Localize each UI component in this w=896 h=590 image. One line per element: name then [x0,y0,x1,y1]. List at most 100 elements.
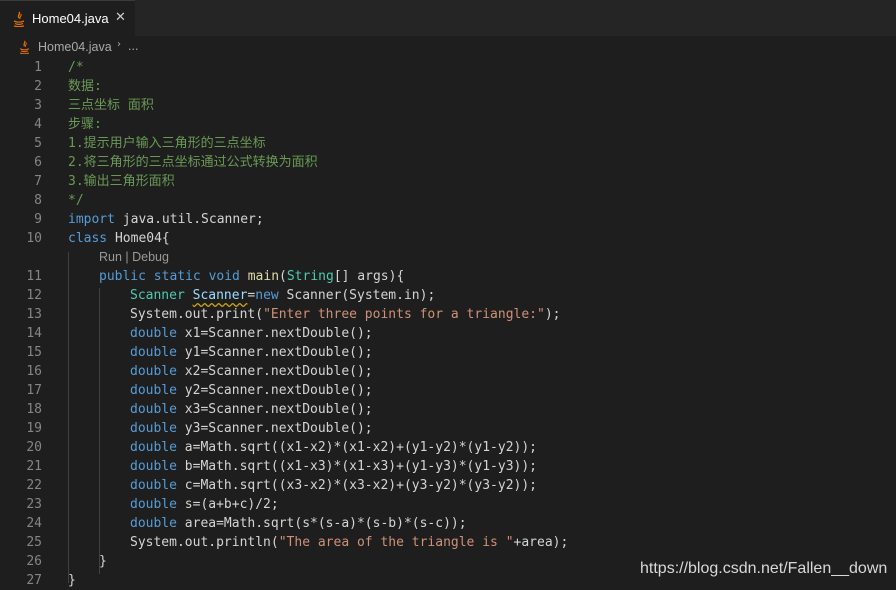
code-line-22: double c=Math.sqrt((x3-x2)*(x3-x2)+(y3-y… [130,476,537,495]
code-line-19: double y3=Scanner.nextDouble(); [130,419,373,438]
code-text: y1=Scanner.nextDouble(); [176,345,373,360]
keyword: public static void [99,269,240,284]
line-number: 16 [26,364,42,379]
code-text: Scanner(System.in); [278,288,436,303]
close-icon[interactable]: ✕ [115,10,126,25]
line-number: 19 [26,421,42,436]
line-number: 23 [26,497,42,512]
line-number: 15 [26,345,42,360]
code-line-1: /* [68,60,84,75]
code-text: a=Math.sqrt((x1-x2)*(x1-x2)+(y1-y2)*(y1-… [176,440,537,455]
line-number: 9 [34,212,42,227]
keyword: double [130,326,177,341]
string-literal: "The area of the triangle is " [278,535,514,550]
code-text: System.out.println( [130,535,279,550]
breadcrumb-file[interactable]: Home04.java [38,40,112,54]
code-line-2: 数据: [68,79,102,94]
line-number: 25 [26,535,42,550]
line-number: 21 [26,459,42,474]
code-line-14: double x1=Scanner.nextDouble(); [130,324,373,343]
line-number: 20 [26,440,42,455]
code-line-17: double y2=Scanner.nextDouble(); [130,381,373,400]
java-file-icon [19,40,30,54]
line-number: 14 [26,326,42,341]
code-line-6: 2.将三角形的三点坐标通过公式转换为面积 [68,155,318,170]
keyword: double [130,440,177,455]
code-line-15: double y1=Scanner.nextDouble(); [130,343,373,362]
breadcrumb-symbols[interactable]: ... [128,39,138,53]
code-text: ); [544,307,561,322]
keyword: double [130,478,177,493]
line-number: 22 [26,478,42,493]
line-number: 5 [34,136,42,151]
code-line-8: */ [68,193,84,208]
type-name: Scanner [130,288,185,303]
code-text: x1=Scanner.nextDouble(); [176,326,373,341]
code-line-24: double area=Math.sqrt(s*(s-a)*(s-b)*(s-c… [130,514,467,533]
indent-guide [99,288,100,574]
code-text: x2=Scanner.nextDouble(); [176,364,373,379]
line-number: 17 [26,383,42,398]
line-number: 18 [26,402,42,417]
type-name: String [286,269,334,284]
code-line-18: double x3=Scanner.nextDouble(); [130,400,373,419]
line-number: 7 [34,174,42,189]
code-line-4: 步骤: [68,117,102,132]
run-debug-codelens[interactable]: Run | Debug [99,250,169,264]
string-literal: "Enter three points for a triangle:" [263,307,545,322]
code-line-7: 3.输出三角形面积 [68,174,175,189]
line-number: 4 [34,117,42,132]
tab-home04-java[interactable]: Home04.java ✕ [0,0,135,36]
function-name: main [247,269,280,284]
code-line-20: double a=Math.sqrt((x1-x2)*(x1-x2)+(y1-y… [130,438,537,457]
line-number: 8 [34,193,42,208]
keyword: double [130,497,177,512]
line-number: 3 [34,98,42,113]
code-text: java.util.Scanner; [114,212,264,227]
code-line-21: double b=Math.sqrt((x1-x3)*(x1-x3)+(y1-y… [130,457,537,476]
line-number: 27 [26,573,42,588]
line-number: 1 [34,60,42,75]
keyword: double [130,364,177,379]
code-line-26: } [99,554,107,569]
code-text: b=Math.sqrt((x1-x3)*(x1-x3)+(y1-y3)*(y1-… [176,459,537,474]
code-text: y3=Scanner.nextDouble(); [176,421,373,436]
line-number: 13 [26,307,42,322]
keyword: double [130,402,177,417]
line-number: 2 [34,79,42,94]
tab-label: Home04.java [32,11,109,26]
code-line-13: System.out.print("Enter three points for… [130,305,560,324]
code-text: s=(a+b+c)/2; [176,497,279,512]
java-file-icon [13,11,25,27]
code-line-11: public static void main(String[] args){ [99,267,404,286]
code-text: [] args){ [333,269,405,284]
keyword: double [130,421,177,436]
variable-warning[interactable]: Scanner [193,288,248,303]
keyword: double [130,383,177,398]
keyword: import [68,212,115,227]
code-line-25: System.out.println("The area of the tria… [130,533,568,552]
code-line-27: } [68,573,76,588]
keyword: double [130,345,177,360]
code-editor[interactable]: 1 2 3 4 5 6 7 8 9 10 11 12 13 14 15 16 1… [0,58,896,589]
keyword: new [255,288,279,303]
tab-bar: Home04.java ✕ [0,0,896,36]
indent-guide [68,252,69,583]
line-number: 6 [34,155,42,170]
code-line-23: double s=(a+b+c)/2; [130,495,279,514]
line-number: 24 [26,516,42,531]
line-number: 12 [26,288,42,303]
code-text: area=Math.sqrt(s*(s-a)*(s-b)*(s-c)); [176,516,467,531]
chevron-right-icon: › [117,39,121,50]
code-text: ( [279,269,287,284]
line-number: 26 [26,554,42,569]
watermark-url: https://blog.csdn.net/Fallen__down [640,560,888,577]
code-text: x3=Scanner.nextDouble(); [176,402,373,417]
code-line-5: 1.提示用户输入三角形的三点坐标 [68,136,266,151]
breadcrumb: Home04.java › ... [0,36,896,58]
code-text: c=Math.sqrt((x3-x2)*(x3-x2)+(y3-y2)*(y3-… [176,478,537,493]
code-line-3: 三点坐标 面积 [68,98,154,113]
keyword: double [130,459,177,474]
code-line-10: class Home04{ [68,229,170,248]
